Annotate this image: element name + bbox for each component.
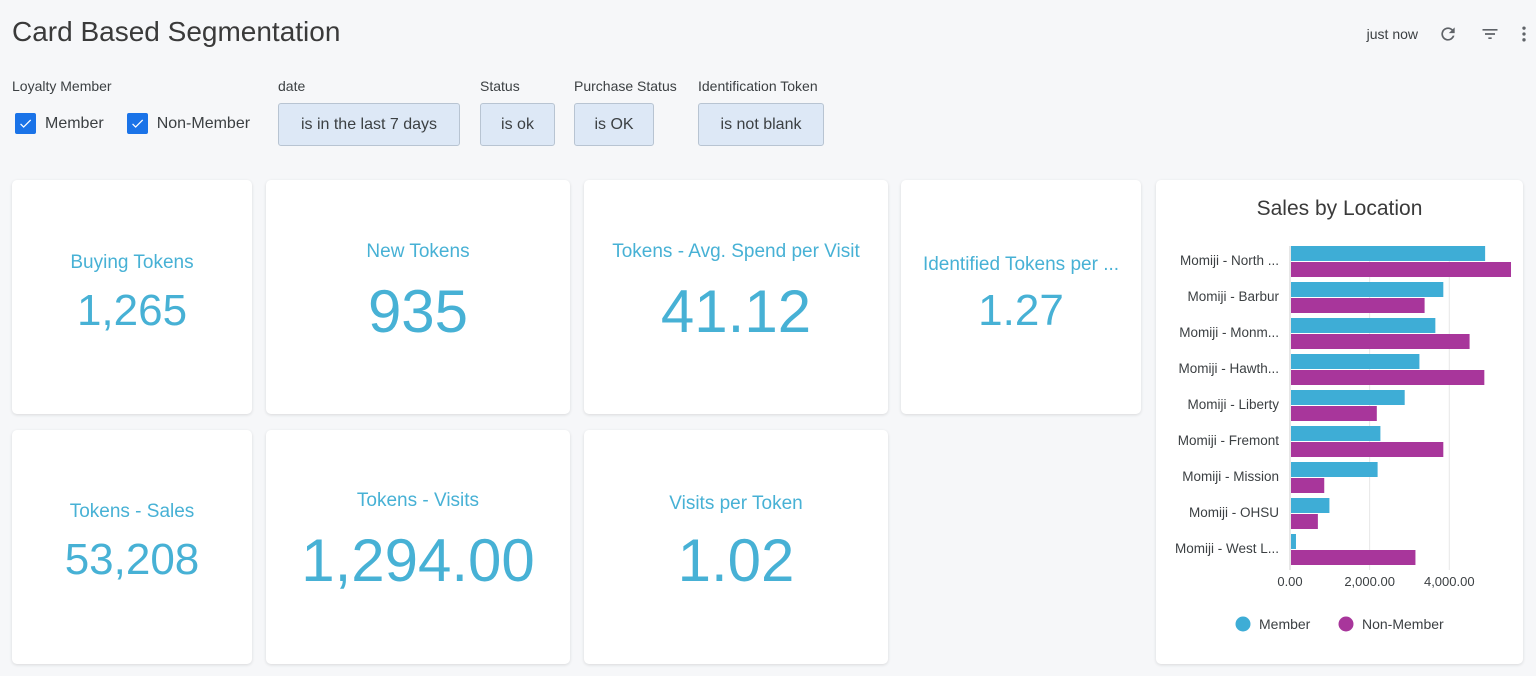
bar-non-member — [1291, 334, 1470, 349]
bar-non-member — [1291, 298, 1425, 313]
sales-by-location-chart: 0.00 2,000.00 4,000.00 Momiji - North ... Mo… — [1175, 246, 1512, 632]
legend-label: Member — [1259, 616, 1311, 632]
category-label: Momiji - Liberty — [1187, 397, 1279, 412]
bar-member — [1291, 318, 1436, 333]
bar-non-member — [1291, 406, 1377, 421]
legend-label: Non-Member — [1362, 616, 1444, 632]
category-label: Momiji - Hawth... — [1178, 361, 1279, 376]
bar-member — [1291, 390, 1405, 405]
date-filter-chip[interactable]: is in the last 7 days — [278, 103, 460, 146]
kpi-title: Buying Tokens — [70, 252, 194, 273]
kpi-value: 41.12 — [660, 278, 812, 345]
kpi-value: 1.27 — [978, 286, 1064, 335]
bar-non-member — [1291, 370, 1485, 385]
dashboard-toolbar: just now — [1367, 20, 1536, 48]
non-member-checkbox-label[interactable]: Non-Member — [157, 115, 250, 133]
filter-label: Purchase Status — [574, 78, 677, 94]
kpi-card-new-tokens[interactable]: New Tokens 935 — [266, 180, 570, 414]
category-label: Momiji - Mission — [1182, 469, 1279, 484]
status-filter-chip[interactable]: is ok — [480, 103, 555, 146]
kpi-value: 1,294.00 — [301, 527, 535, 594]
non-member-checkbox[interactable] — [126, 113, 148, 134]
bar-non-member — [1291, 550, 1416, 565]
legend-marker — [1235, 616, 1251, 632]
filter-label: date — [278, 78, 306, 94]
loyalty-options: Member Non-Member — [15, 113, 250, 134]
filter-label: Identification Token — [698, 78, 818, 94]
category-label: Momiji - Barbur — [1187, 289, 1279, 304]
filter-label: Status — [480, 78, 520, 94]
category-label: Momiji - Fremont — [1178, 433, 1280, 448]
kpi-title: Tokens - Sales — [69, 501, 195, 522]
bar-member — [1291, 246, 1486, 261]
bar-member — [1291, 282, 1444, 297]
filter-date: date is in the last 7 days — [278, 78, 460, 146]
kpi-title: Tokens - Avg. Spend per Visit — [612, 241, 860, 262]
category-label: Momiji - OHSU — [1189, 505, 1279, 520]
category-label: Momiji - West L... — [1175, 541, 1279, 556]
filter-purchase-status: Purchase Status is OK — [574, 78, 677, 146]
kpi-value: 53,208 — [64, 535, 200, 584]
category-label: Momiji - North ... — [1180, 253, 1279, 268]
bar-member — [1291, 462, 1378, 477]
kpi-card-identified-tokens[interactable]: Identified Tokens per ... 1.27 — [901, 180, 1141, 414]
kpi-value: 1.02 — [677, 527, 795, 594]
bar-member — [1291, 498, 1330, 513]
legend-marker — [1338, 616, 1354, 632]
kpi-card-avg-spend[interactable]: Tokens - Avg. Spend per Visit 41.12 — [584, 180, 888, 414]
purchase-status-filter-chip[interactable]: is OK — [574, 103, 654, 146]
kpi-card-visits-per-token[interactable]: Visits per Token 1.02 — [584, 430, 888, 664]
bar-member — [1291, 354, 1420, 369]
bar-member — [1291, 534, 1296, 549]
filter-icon[interactable] — [1472, 20, 1508, 48]
kpi-title: New Tokens — [366, 241, 470, 262]
filter-label: Loyalty Member — [12, 78, 112, 94]
kpi-card-visits[interactable]: Tokens - Visits 1,294.00 — [266, 430, 570, 664]
refresh-icon[interactable] — [1430, 20, 1466, 48]
filter-identification-token: Identification Token is not blank — [698, 78, 824, 146]
member-checkbox[interactable] — [15, 113, 36, 134]
bar-non-member — [1291, 514, 1318, 529]
filter-loyalty-member: Loyalty Member Member Non-Member — [12, 78, 250, 134]
bar-non-member — [1291, 478, 1325, 493]
more-vert-icon[interactable] — [1512, 20, 1536, 48]
chart-card-sales-by-location[interactable]: Sales by Location 0.00 2,000.00 4,000.00 Mo… — [1156, 180, 1523, 664]
identification-token-filter-chip[interactable]: is not blank — [698, 103, 824, 146]
category-label: Momiji - Monm... — [1179, 325, 1279, 340]
x-tick-label: 0.00 — [1277, 574, 1302, 589]
bar-non-member — [1291, 262, 1512, 277]
kpi-value: 1,265 — [76, 286, 188, 335]
member-checkbox-label[interactable]: Member — [45, 115, 104, 133]
dashboard-title: Card Based Segmentation — [12, 16, 341, 47]
kpi-value: 935 — [367, 278, 469, 345]
x-tick-label: 2,000.00 — [1344, 574, 1395, 589]
kpi-title: Visits per Token — [669, 493, 803, 514]
kpi-card-sales[interactable]: Tokens - Sales 53,208 — [12, 430, 252, 664]
bar-member — [1291, 426, 1381, 441]
kpi-card-buying-tokens[interactable]: Buying Tokens 1,265 — [12, 180, 252, 414]
x-tick-label: 4,000.00 — [1424, 574, 1475, 589]
bar-non-member — [1291, 442, 1444, 457]
last-updated-text: just now — [1366, 26, 1418, 42]
filter-status: Status is ok — [480, 78, 555, 146]
kpi-title: Tokens - Visits — [356, 490, 480, 511]
kpi-title: Identified Tokens per ... — [922, 254, 1120, 275]
